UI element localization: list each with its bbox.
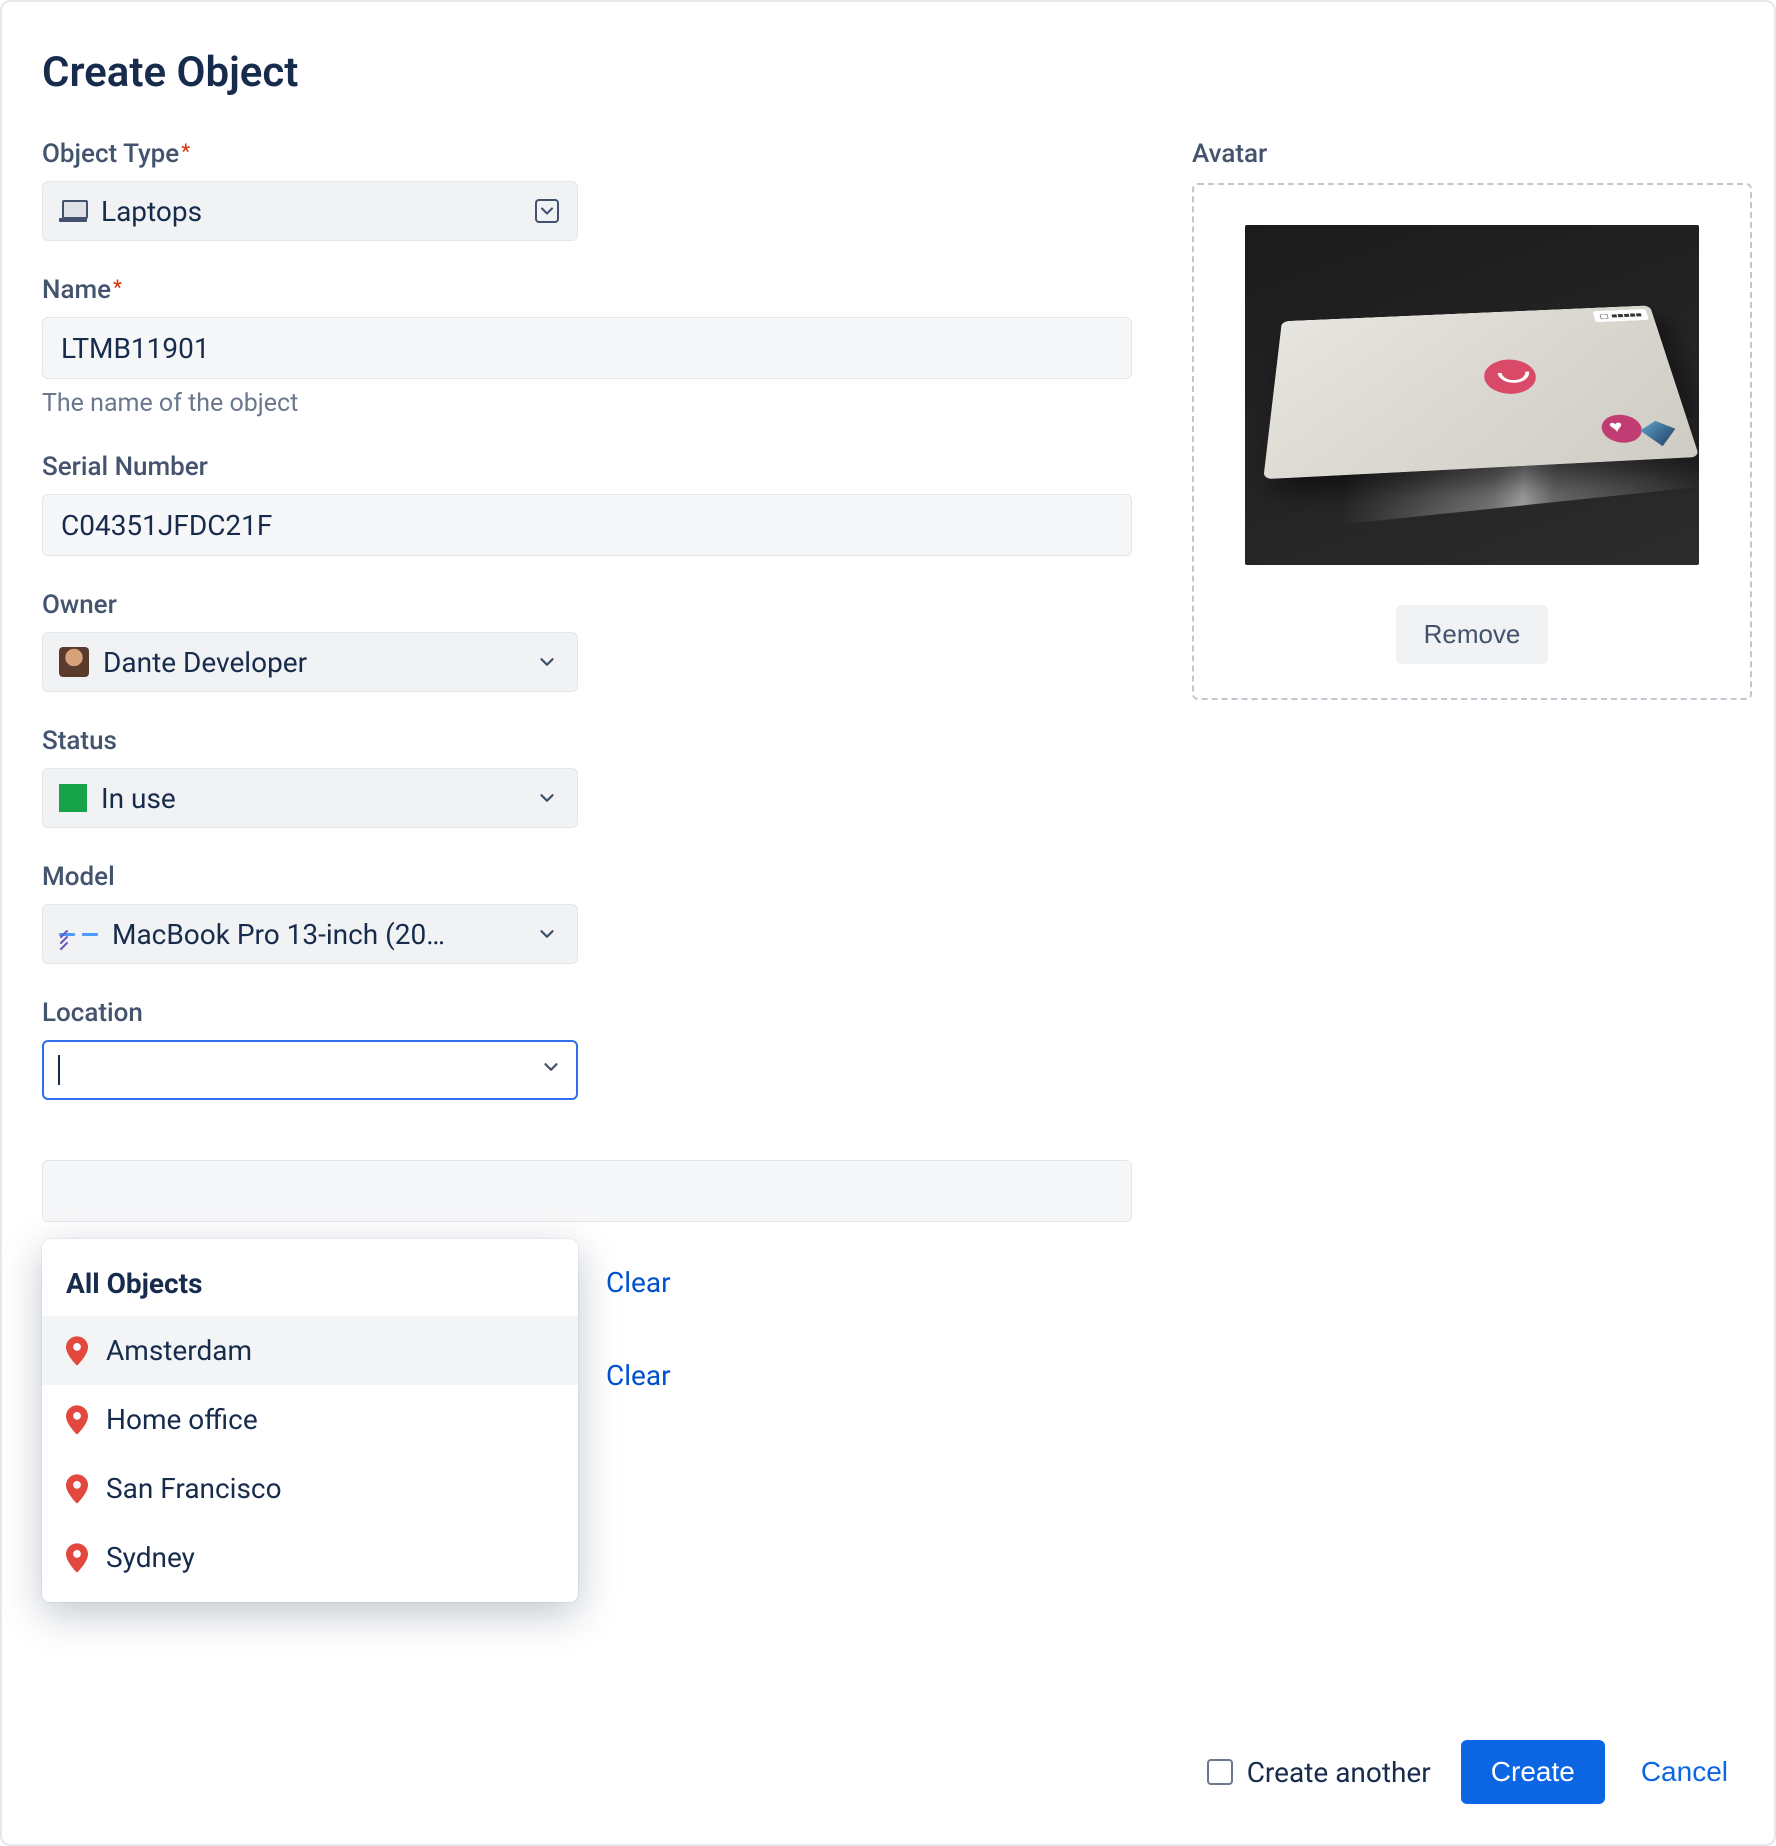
field-object-type: Object Type* Laptops — [42, 139, 1132, 241]
cancel-button[interactable]: Cancel — [1635, 1755, 1734, 1789]
location-select[interactable] — [42, 1040, 578, 1100]
object-type-select[interactable]: Laptops — [42, 181, 578, 241]
avatar-column: Avatar ▢ ■■■■■ Remove — [1192, 139, 1752, 1436]
field-status: Status In use — [42, 726, 1132, 828]
chevron-down-icon — [533, 787, 561, 809]
avatar-image: ▢ ■■■■■ — [1245, 225, 1699, 565]
checklist-icon — [59, 933, 98, 936]
owner-value: Dante Developer — [103, 646, 519, 679]
serial-label: Serial Number — [42, 452, 1132, 482]
create-another-checkbox[interactable]: Create another — [1207, 1756, 1431, 1789]
remove-avatar-button[interactable]: Remove — [1396, 605, 1549, 664]
round-sticker-icon — [1482, 358, 1538, 395]
object-type-value: Laptops — [101, 195, 519, 228]
location-option[interactable]: San Francisco — [42, 1454, 578, 1523]
status-label: Status — [42, 726, 1132, 756]
chevron-down-icon — [540, 1055, 562, 1085]
chevron-down-icon — [533, 651, 561, 673]
checkbox-icon — [1207, 1759, 1233, 1785]
field-name: Name* LTMB11901 The name of the object — [42, 275, 1132, 418]
user-avatar-icon — [59, 647, 89, 677]
model-label: Model — [42, 862, 1132, 892]
avatar-dropzone[interactable]: ▢ ■■■■■ Remove — [1192, 183, 1752, 700]
chevron-down-icon — [533, 923, 561, 945]
location-dropdown: All Objects Amsterdam Home office San Fran… — [42, 1239, 578, 1602]
sticker-tag: ▢ ■■■■■ — [1592, 309, 1648, 322]
location-label: Location — [42, 998, 1132, 1028]
object-type-label: Object Type* — [42, 139, 1132, 169]
location-option-label: San Francisco — [106, 1472, 282, 1505]
model-value: MacBook Pro 13-inch (20… — [112, 918, 519, 951]
required-star: * — [113, 275, 122, 299]
model-select[interactable]: MacBook Pro 13-inch (20… — [42, 904, 578, 964]
status-select[interactable]: In use — [42, 768, 578, 828]
create-another-label: Create another — [1247, 1756, 1431, 1789]
owner-select[interactable]: Dante Developer — [42, 632, 578, 692]
heart-sticker-icon — [1598, 414, 1645, 444]
location-option[interactable]: Sydney — [42, 1523, 578, 1592]
laptop-icon — [59, 200, 87, 222]
dialog-title: Create Object — [42, 48, 1734, 97]
required-star: * — [181, 139, 190, 163]
serial-input[interactable]: C04351JFDC21F — [42, 494, 1132, 556]
location-option-label: Amsterdam — [106, 1334, 252, 1367]
clear-button[interactable]: Clear — [582, 1343, 695, 1408]
clear-button[interactable]: Clear — [582, 1250, 695, 1315]
location-pin-icon — [66, 1336, 88, 1366]
field-model: Model MacBook Pro 13-inch (20… — [42, 862, 1132, 964]
location-pin-icon — [66, 1543, 88, 1573]
text-cursor — [58, 1055, 60, 1085]
diamond-sticker-icon — [1638, 420, 1681, 447]
status-value: In use — [101, 782, 519, 815]
name-label: Name* — [42, 275, 1132, 305]
field-owner: Owner Dante Developer — [42, 590, 1132, 692]
create-object-dialog: Create Object Object Type* Laptops — [0, 0, 1776, 1846]
status-color-chip — [59, 784, 87, 812]
dropdown-header: All Objects — [42, 1257, 578, 1316]
name-help-text: The name of the object — [42, 389, 1132, 418]
location-option-label: Home office — [106, 1403, 258, 1436]
hidden-input-behind-dropdown[interactable] — [42, 1160, 1132, 1222]
location-pin-icon — [66, 1474, 88, 1504]
field-location: Location — [42, 998, 1132, 1100]
dialog-footer: Create another Create Cancel — [1207, 1740, 1734, 1804]
create-button[interactable]: Create — [1461, 1740, 1605, 1804]
location-pin-icon — [66, 1405, 88, 1435]
location-option[interactable]: Home office — [42, 1385, 578, 1454]
location-option[interactable]: Amsterdam — [42, 1316, 578, 1385]
field-serial: Serial Number C04351JFDC21F — [42, 452, 1132, 556]
chevron-down-icon — [533, 199, 561, 223]
name-input[interactable]: LTMB11901 — [42, 317, 1132, 379]
avatar-label: Avatar — [1192, 139, 1752, 169]
owner-label: Owner — [42, 590, 1132, 620]
location-option-label: Sydney — [106, 1541, 195, 1574]
